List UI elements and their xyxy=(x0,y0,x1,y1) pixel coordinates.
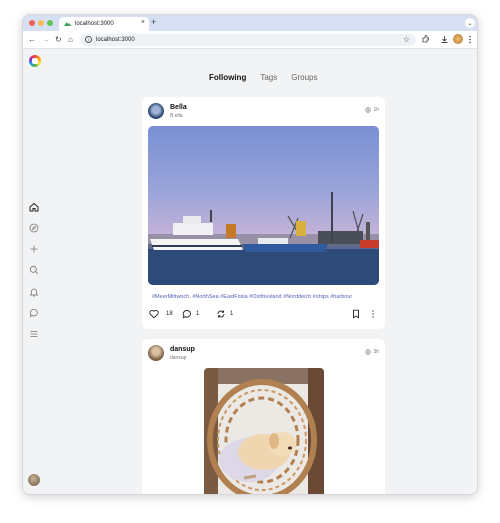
menu-hamburger-icon[interactable] xyxy=(28,328,40,340)
post-author-avatar[interactable] xyxy=(148,103,164,119)
download-icon[interactable] xyxy=(440,35,449,44)
post-actions: 18 1 1 xyxy=(149,309,379,321)
post-time-text: 3h xyxy=(373,349,379,355)
post-hashtags[interactable]: #MeerMittwoch, #NorthSea #EastFrisia #Os… xyxy=(152,294,352,300)
app-logo[interactable] xyxy=(29,55,41,67)
post-time-text: 1h xyxy=(373,107,379,113)
post-card: Bella B.ella 1h #MeerMittwoch, #NorthSea… xyxy=(142,97,385,329)
search-icon[interactable] xyxy=(28,264,40,276)
tab-title: localhost:3000 xyxy=(75,21,114,27)
repost-count: 1 xyxy=(230,311,234,317)
app-content: Following Tags Groups Bella B.ella 1h #M… xyxy=(23,50,477,494)
menu-kebab-icon[interactable] xyxy=(468,35,472,44)
maximize-window-button[interactable] xyxy=(47,20,53,26)
tab-close-icon[interactable]: × xyxy=(141,19,145,26)
tab-following[interactable]: Following xyxy=(209,73,246,82)
feed-tabs: Following Tags Groups xyxy=(209,73,317,82)
tab-groups[interactable]: Groups xyxy=(291,73,317,82)
globe-icon xyxy=(365,107,372,113)
post-handle[interactable]: dansup xyxy=(170,355,186,361)
extensions-icon[interactable] xyxy=(421,35,430,44)
post-photo-harbour[interactable] xyxy=(148,126,379,285)
browser-toolbar: ← → ↻ ⌂ i localhost:3000 ☆ xyxy=(23,31,477,49)
home-nav-icon[interactable] xyxy=(28,201,40,213)
comment-icon xyxy=(182,310,191,319)
browser-window: localhost:3000 × + ⌄ ← → ↻ ⌂ i localhost… xyxy=(22,14,478,495)
post-card: dansup dansup 3h xyxy=(142,339,385,494)
post-photo-puppy[interactable] xyxy=(204,368,324,494)
heart-icon xyxy=(149,309,159,319)
notifications-bell-icon[interactable] xyxy=(28,286,40,298)
repost-icon xyxy=(217,310,225,318)
home-button[interactable]: ⌂ xyxy=(68,34,73,45)
post-username[interactable]: Bella xyxy=(170,104,187,111)
profile-avatar[interactable] xyxy=(453,34,463,44)
puppy-in-basket-image xyxy=(204,368,324,494)
post-author-avatar[interactable] xyxy=(148,345,164,361)
messages-chat-icon[interactable] xyxy=(28,307,40,319)
browser-tab[interactable]: localhost:3000 × xyxy=(59,17,149,31)
explore-compass-icon[interactable] xyxy=(28,222,40,234)
post-username[interactable]: dansup xyxy=(170,346,195,353)
like-count: 18 xyxy=(166,311,173,317)
title-bar: localhost:3000 × + ⌄ xyxy=(23,15,477,31)
tab-tags[interactable]: Tags xyxy=(260,73,277,82)
post-timestamp: 3h xyxy=(365,349,379,355)
site-info-icon[interactable]: i xyxy=(85,36,92,43)
post-options-icon[interactable] xyxy=(371,309,375,319)
comment-count: 1 xyxy=(196,311,200,317)
user-avatar[interactable] xyxy=(28,474,40,486)
close-window-button[interactable] xyxy=(29,20,35,26)
tab-favicon-icon xyxy=(64,22,71,26)
url-text: localhost:3000 xyxy=(96,37,135,43)
post-handle[interactable]: B.ella xyxy=(170,113,183,119)
create-post-plus-icon[interactable] xyxy=(28,243,40,255)
minimize-window-button[interactable] xyxy=(38,20,44,26)
forward-button[interactable]: → xyxy=(42,34,50,45)
repost-button[interactable]: 1 xyxy=(216,309,233,319)
address-bar[interactable]: i localhost:3000 ☆ xyxy=(80,34,416,46)
tab-search-button[interactable]: ⌄ xyxy=(465,18,475,28)
reload-button[interactable]: ↻ xyxy=(55,34,62,45)
harbour-ferry-image xyxy=(148,192,379,285)
back-button[interactable]: ← xyxy=(28,34,36,45)
like-button[interactable]: 18 xyxy=(149,309,173,319)
bookmark-icon[interactable] xyxy=(351,309,361,319)
bookmark-star-icon[interactable]: ☆ xyxy=(403,35,410,44)
globe-icon xyxy=(365,349,372,355)
new-tab-button[interactable]: + xyxy=(151,17,156,27)
post-timestamp: 1h xyxy=(365,107,379,113)
comment-button[interactable]: 1 xyxy=(182,309,199,319)
